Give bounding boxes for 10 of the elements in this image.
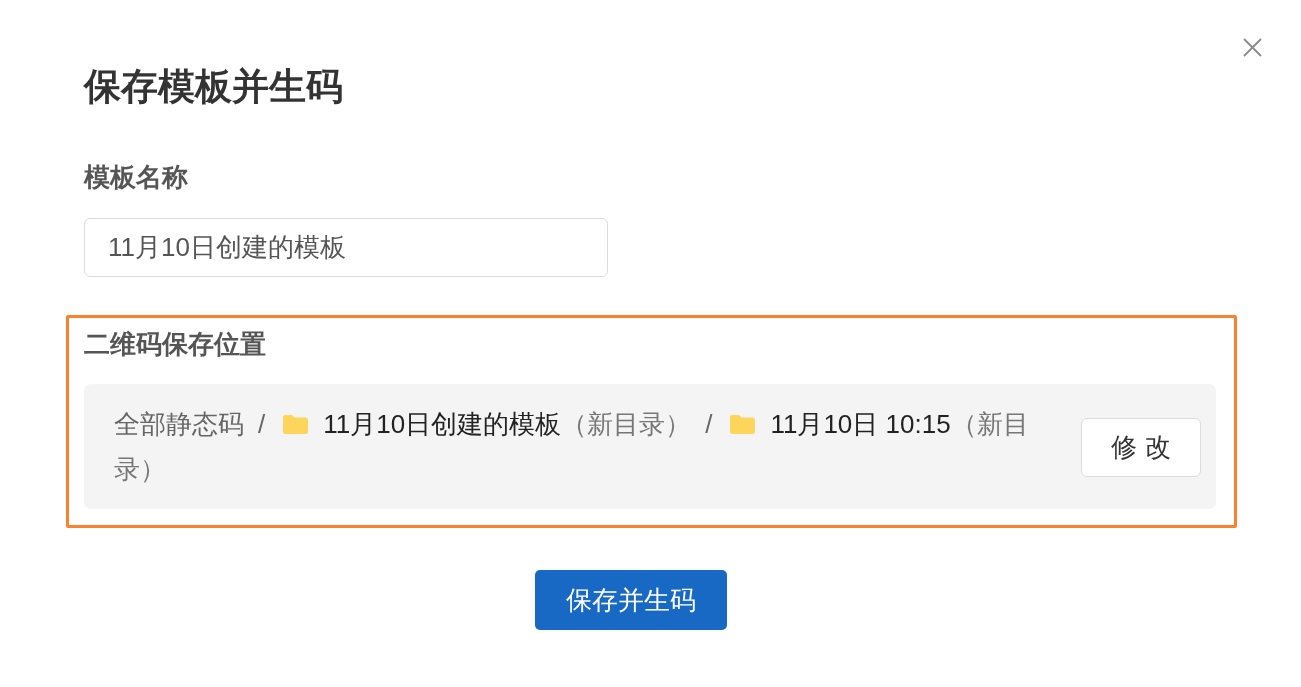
folder-icon xyxy=(730,415,756,434)
dialog-title: 保存模板并生码 xyxy=(84,65,343,109)
field-label: 二维码保存位置 xyxy=(84,329,266,359)
change-button[interactable]: 修 改 xyxy=(1081,417,1201,477)
save-button[interactable]: 保存并生码 xyxy=(535,570,727,630)
location-path: 全部静态码 / 11月10日创建的模板（新目录） / 11月10日 10:15（新目录） xyxy=(114,408,1030,486)
close-icon[interactable] xyxy=(1243,38,1262,57)
input-field[interactable]: 11月10日创建的模板 xyxy=(84,218,608,277)
folder-icon xyxy=(283,415,309,434)
field-label: 模板名称 xyxy=(84,162,188,192)
